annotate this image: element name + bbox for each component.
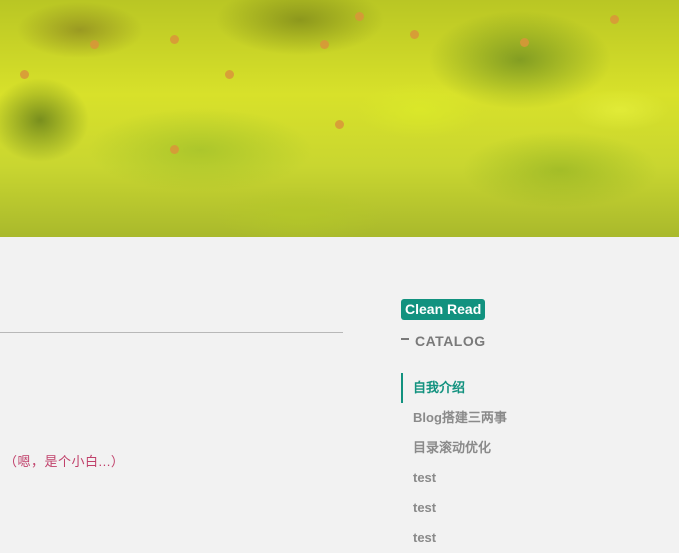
flower-dot (410, 30, 419, 39)
toc-item-toc-scroll[interactable]: 目录滚动优化 (401, 433, 661, 463)
toc-item-test-1[interactable]: test (401, 463, 661, 493)
toc-item-test-3[interactable]: test (401, 523, 661, 553)
flower-dot (520, 38, 529, 47)
toc-item-blog-setup[interactable]: Blog搭建三两事 (401, 403, 661, 433)
flower-dot (610, 15, 619, 24)
header-image (0, 0, 679, 237)
flower-dot (355, 12, 364, 21)
clean-read-button[interactable]: Clean Read (401, 299, 486, 320)
toc-item-intro[interactable]: 自我介绍 (401, 373, 661, 403)
flower-dot (170, 145, 179, 154)
flower-dot (335, 120, 344, 129)
flower-dot (225, 70, 234, 79)
catalog-list: 自我介绍 Blog搭建三两事 目录滚动优化 test test test (401, 373, 661, 553)
intro-note: （嗯，是个小白...） (4, 454, 125, 469)
catalog-header: CATALOG (401, 333, 486, 349)
toc-item-test-2[interactable]: test (401, 493, 661, 523)
flower-dot (170, 35, 179, 44)
flower-dot (20, 70, 29, 79)
dash-icon (401, 338, 409, 341)
catalog-title: CATALOG (415, 333, 486, 349)
flower-dot (320, 40, 329, 49)
content-divider (0, 332, 343, 333)
flower-dot (90, 40, 99, 49)
